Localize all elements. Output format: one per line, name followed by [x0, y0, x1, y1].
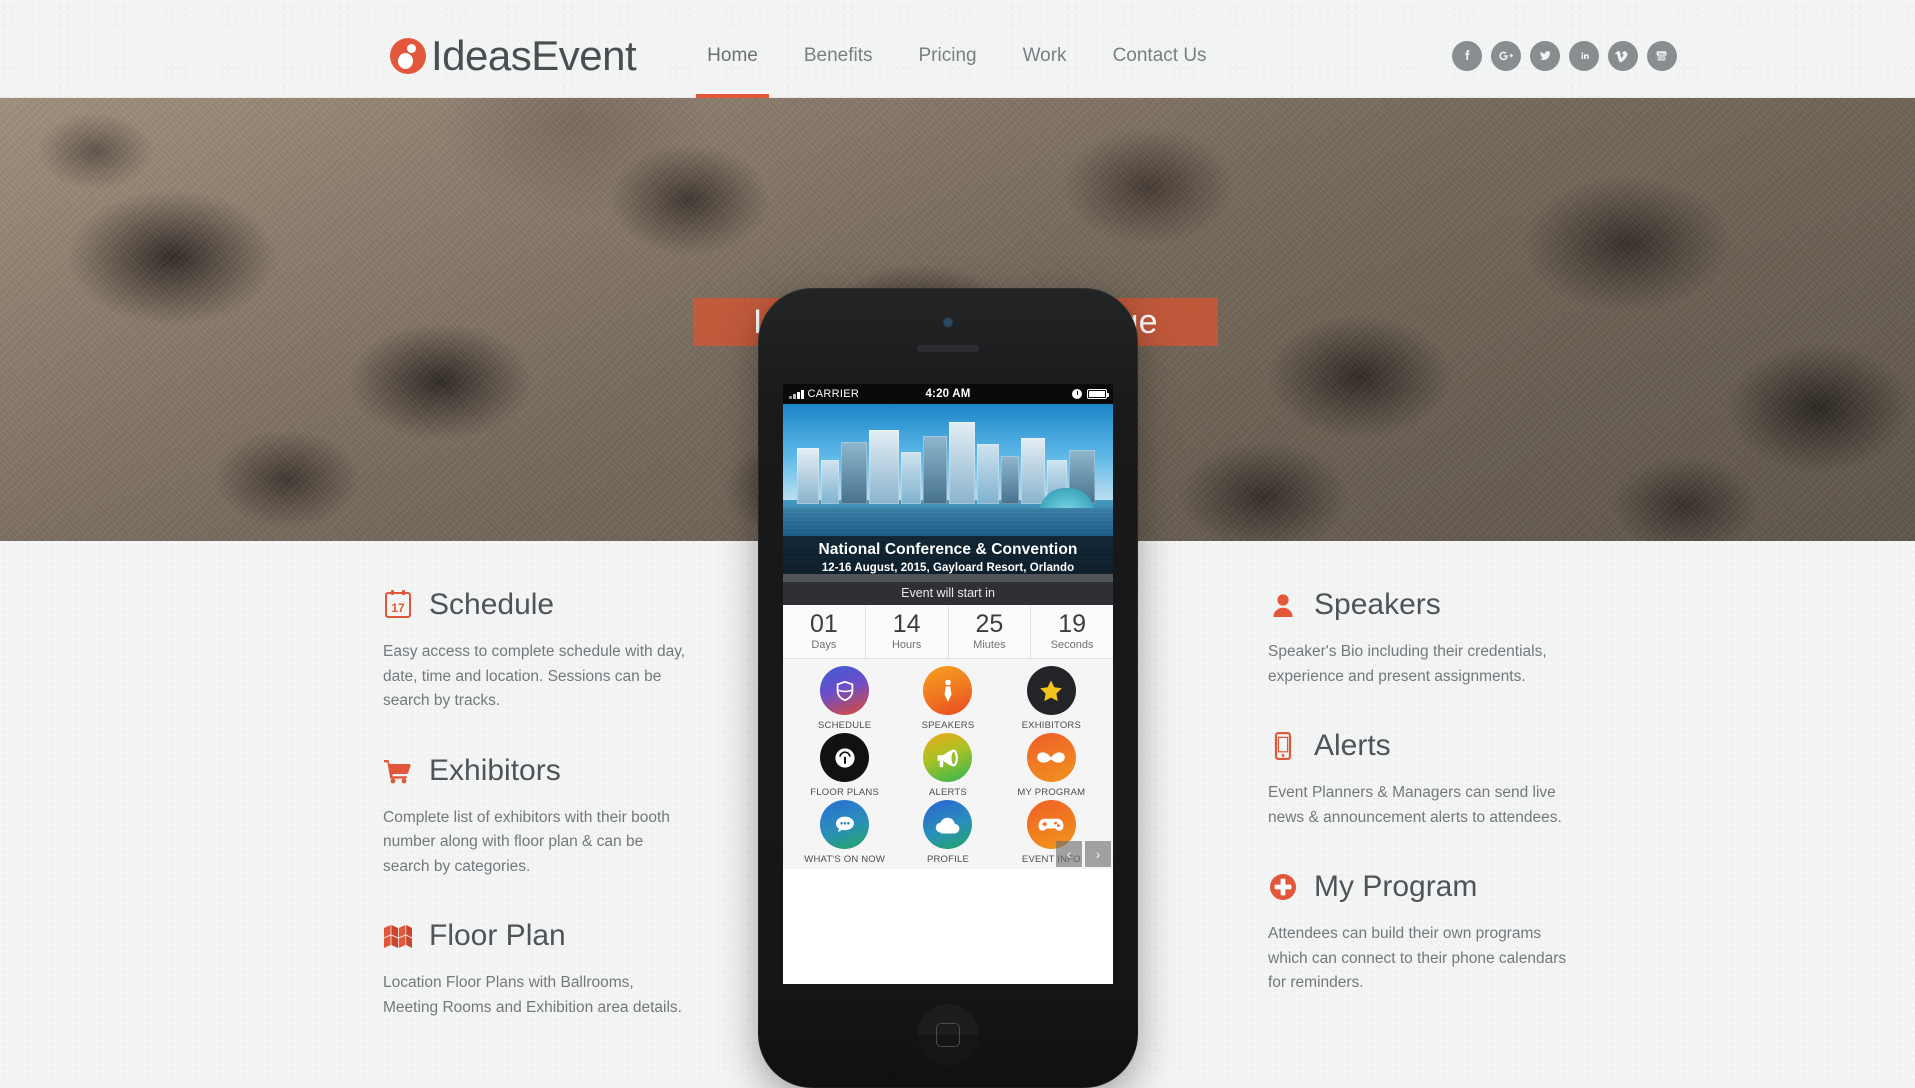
carousel-next-button[interactable]: ›	[1085, 841, 1111, 868]
app-tile-my-program[interactable]: MY PROGRAM	[1000, 733, 1103, 798]
twitter-icon[interactable]	[1529, 41, 1560, 71]
app-tile-profile[interactable]: PROFILE	[896, 800, 999, 865]
countdown-hours-label: Hours	[891, 639, 922, 652]
app-carousel-nav: ‹ ›	[1056, 841, 1111, 868]
countdown-days-label: Days	[811, 639, 837, 652]
phone-status-bar: CARRIER 4:20 AM	[783, 384, 1113, 404]
phone-home-button[interactable]	[917, 1004, 979, 1066]
feature-title-exhibitors: Exhibitors	[429, 753, 561, 787]
phone-screen: CARRIER 4:20 AM National Conference & Co…	[783, 384, 1113, 984]
status-bar-time: 4:20 AM	[925, 388, 971, 400]
brand-name: IdeasEvent	[431, 32, 637, 79]
mobile-phone-icon	[1268, 731, 1298, 761]
feature-speakers: Speakers Speaker's Bio including their c…	[1268, 588, 1578, 689]
feature-body-floor-plan: Location Floor Plans with Ballrooms, Mee…	[383, 974, 682, 1016]
app-tile-exhibitors[interactable]: EXHIBITORS	[1000, 666, 1103, 731]
app-tile-schedule[interactable]: SCHEDULE	[793, 666, 896, 731]
star-icon	[1026, 666, 1076, 716]
main-navigation: Home Benefits Pricing Work Contact Us	[684, 14, 1229, 98]
phone-earpiece-speaker	[917, 345, 979, 352]
countdown-days-value: 01	[809, 609, 838, 638]
feature-title-schedule: Schedule	[429, 588, 555, 621]
map-fold-icon	[383, 921, 413, 951]
app-tile-label-my-program: MY PROGRAM	[1017, 787, 1086, 799]
feature-body-exhibitors: Complete list of exhibitors with their b…	[383, 808, 670, 875]
countdown-seconds-label: Seconds	[1050, 639, 1094, 652]
feature-body-schedule: Easy access to complete schedule with da…	[383, 643, 686, 709]
countdown-minutes-value: 25	[975, 609, 1004, 638]
mustache-icon	[1026, 733, 1076, 783]
nav-item-benefits[interactable]: Benefits	[781, 14, 896, 98]
app-tile-label-profile: PROFILE	[926, 854, 970, 866]
alarm-clock-icon	[1072, 389, 1082, 399]
feature-schedule: 17 Schedule Easy access to complete sche…	[383, 588, 693, 714]
app-tile-label-floor-plans: FLOOR PLANS	[810, 787, 880, 799]
brand-mark-icon	[390, 38, 426, 74]
shield-icon	[820, 666, 870, 716]
countdown-hours: 14 Hours	[866, 604, 949, 659]
countdown-seconds-value: 19	[1058, 609, 1087, 638]
app-tile-floor-plans[interactable]: FLOOR PLANS	[793, 733, 896, 798]
app-tile-label-alerts: ALERTS	[928, 787, 967, 799]
app-tile-label-exhibitors: EXHIBITORS	[1021, 720, 1082, 732]
feature-title-my-program: My Program	[1314, 870, 1478, 903]
feature-body-speakers: Speaker's Bio including their credential…	[1268, 643, 1547, 685]
svg-text:You: You	[1658, 52, 1665, 56]
countdown-days: 01 Days	[783, 604, 866, 659]
app-tile-grid: SCHEDULE SPEAKERS EXHIBITORS FLOOR PLANS	[783, 659, 1113, 870]
feature-body-my-program: Attendees can build their own programs w…	[1268, 925, 1567, 991]
chat-bubble-icon	[820, 800, 870, 850]
linkedin-icon[interactable]	[1568, 41, 1599, 71]
youtube-icon[interactable]: You Tube	[1646, 41, 1677, 71]
app-event-title-band: National Conference & Convention 12-16 A…	[783, 536, 1113, 582]
app-countdown-timer: 01 Days 14 Hours 25 Miutes 19 Seconds	[783, 604, 1113, 660]
nav-item-work[interactable]: Work	[1000, 14, 1090, 98]
features-column-right: Speakers Speaker's Bio including their c…	[1268, 588, 1578, 1036]
feature-exhibitors: Exhibitors Complete list of exhibitors w…	[383, 754, 693, 880]
nav-item-home[interactable]: Home	[684, 14, 781, 98]
feature-title-speakers: Speakers	[1314, 588, 1441, 621]
feature-title-floor-plan: Floor Plan	[429, 919, 566, 952]
nav-item-pricing[interactable]: Pricing	[896, 14, 1000, 98]
app-event-subtitle: 12-16 August, 2015, Gayloard Resort, Orl…	[821, 561, 1075, 574]
phone-front-camera-icon	[943, 318, 953, 327]
site-header: IdeasEvent Home Benefits Pricing Work Co…	[0, 0, 1915, 98]
app-tile-label-whats-on-now: WHAT'S ON NOW	[804, 854, 886, 866]
countdown-minutes-label: Miutes	[973, 639, 1006, 652]
brand-logo[interactable]: IdeasEvent	[390, 32, 637, 79]
shopping-cart-icon	[383, 756, 413, 786]
plus-circle-icon	[1268, 872, 1298, 902]
carousel-prev-button[interactable]: ‹	[1056, 841, 1082, 868]
calendar-icon: 17	[383, 590, 413, 620]
app-tile-label-speakers: SPEAKERS	[921, 720, 975, 732]
app-tile-alerts[interactable]: ALERTS	[896, 733, 999, 798]
megaphone-icon	[923, 733, 973, 783]
app-tile-whats-on-now[interactable]: WHAT'S ON NOW	[793, 800, 896, 865]
feature-alerts: Alerts Event Planners & Managers can sen…	[1268, 729, 1578, 830]
facebook-icon[interactable]	[1451, 41, 1482, 71]
user-icon	[1268, 590, 1298, 620]
google-plus-icon[interactable]	[1490, 41, 1521, 71]
compass-icon	[820, 733, 870, 783]
feature-my-program: My Program Attendees can build their own…	[1268, 870, 1578, 996]
necktie-icon	[923, 666, 973, 716]
countdown-minutes: 25 Miutes	[949, 604, 1032, 659]
feature-body-alerts: Event Planners & Managers can send live …	[1268, 784, 1562, 826]
social-links: You Tube	[1451, 41, 1677, 71]
battery-icon	[1087, 389, 1109, 399]
feature-title-alerts: Alerts	[1314, 729, 1391, 762]
cloud-icon	[923, 800, 973, 850]
app-event-title: National Conference & Convention	[818, 541, 1078, 558]
svg-text:Tube: Tube	[1658, 57, 1666, 61]
vimeo-icon[interactable]	[1607, 41, 1638, 71]
countdown-hours-value: 14	[892, 609, 921, 638]
nav-item-contact-us[interactable]: Contact Us	[1090, 14, 1230, 98]
features-column-left: 17 Schedule Easy access to complete sche…	[383, 588, 693, 1060]
phone-mockup: CARRIER 4:20 AM National Conference & Co…	[758, 288, 1138, 1088]
app-tile-speakers[interactable]: SPEAKERS	[896, 666, 999, 731]
app-tile-label-schedule: SCHEDULE	[817, 720, 872, 732]
countdown-seconds: 19 Seconds	[1031, 605, 1113, 659]
app-countdown-label: Event will start in	[783, 581, 1113, 605]
feature-floor-plan: Floor Plan Location Floor Plans with Bal…	[383, 919, 693, 1020]
